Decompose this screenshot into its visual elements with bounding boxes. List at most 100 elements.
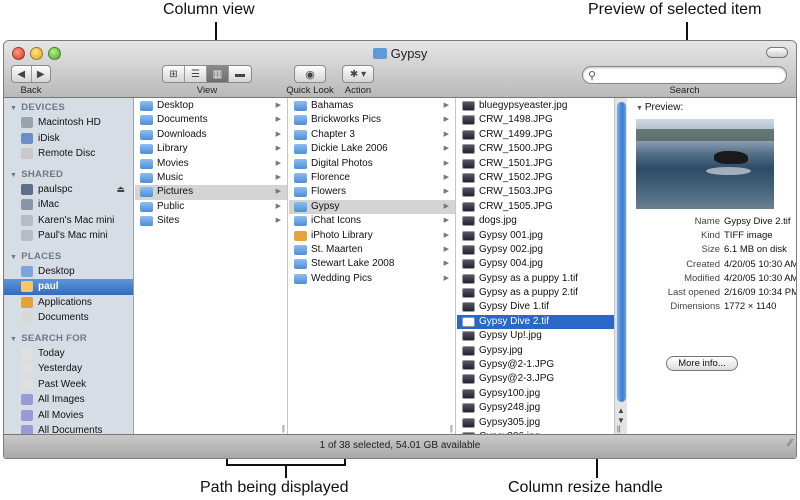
back-button[interactable]: ◀ bbox=[12, 66, 32, 82]
search-input[interactable]: ⚲ bbox=[582, 66, 787, 84]
sidebar-item-yesterday[interactable]: Yesterday bbox=[4, 361, 133, 377]
sidebar-item-all-images[interactable]: All Images bbox=[4, 392, 133, 408]
sidebar-section-shared[interactable]: ▼ SHARED bbox=[4, 168, 133, 182]
sidebar-item-idisk[interactable]: iDisk bbox=[4, 131, 133, 147]
file-row[interactable]: CRW_1501.JPG bbox=[457, 157, 614, 171]
folder-row[interactable]: Bahamas ▶ bbox=[289, 99, 455, 113]
sidebar-item-past-week[interactable]: Past Week bbox=[4, 377, 133, 393]
folder-row[interactable]: Digital Photos ▶ bbox=[289, 157, 455, 171]
icon-view-button[interactable]: ⊞ bbox=[163, 66, 185, 82]
sidebar-item-icon bbox=[21, 296, 33, 308]
sidebar-item-imac[interactable]: iMac bbox=[4, 197, 133, 213]
image-file-icon bbox=[462, 360, 475, 371]
sidebar-section-search-for[interactable]: ▼ SEARCH FOR bbox=[4, 332, 133, 346]
folder-row[interactable]: Wedding Pics ▶ bbox=[289, 272, 455, 286]
file-row[interactable]: Gypsy 001.jpg bbox=[457, 229, 614, 243]
more-info-button[interactable]: More info... bbox=[666, 356, 738, 371]
file-row[interactable]: bluegypsyeaster.jpg bbox=[457, 99, 614, 113]
eject-icon[interactable]: ⏏ bbox=[116, 182, 125, 198]
column-resize-handle[interactable]: || bbox=[450, 424, 453, 433]
file-row[interactable]: Gypsy Dive 1.tif bbox=[457, 300, 614, 314]
sidebar-item-desktop[interactable]: Desktop bbox=[4, 264, 133, 280]
sidebar-item-paul[interactable]: paul bbox=[4, 279, 133, 295]
folder-row[interactable]: iChat Icons ▶ bbox=[289, 214, 455, 228]
file-row[interactable]: CRW_1500.JPG bbox=[457, 142, 614, 156]
folder-row[interactable]: Documents ▶ bbox=[135, 113, 287, 127]
folder-row[interactable]: Downloads ▶ bbox=[135, 128, 287, 142]
image-file-icon bbox=[462, 259, 475, 270]
chevron-right-icon: ▶ bbox=[443, 217, 449, 225]
sidebar-item-documents[interactable]: Documents bbox=[4, 310, 133, 326]
sidebar-item-today[interactable]: Today bbox=[4, 346, 133, 362]
file-row[interactable]: CRW_1502.JPG bbox=[457, 171, 614, 185]
file-row[interactable]: dogs.jpg bbox=[457, 214, 614, 228]
file-row[interactable]: Gypsy@2-1.JPG bbox=[457, 358, 614, 372]
disclosure-triangle-icon[interactable]: ▼ bbox=[10, 254, 17, 261]
sidebar-item-paulspc[interactable]: paulspc ⏏ bbox=[4, 182, 133, 198]
folder-row[interactable]: Flowers ▶ bbox=[289, 185, 455, 199]
file-row[interactable]: Gypsy 004.jpg bbox=[457, 257, 614, 271]
file-row[interactable]: Gypsy as a puppy 2.tif bbox=[457, 286, 614, 300]
file-row[interactable]: Gypsy248.jpg bbox=[457, 401, 614, 415]
sidebar-item-remote-disc[interactable]: Remote Disc bbox=[4, 146, 133, 162]
row-label: Florence bbox=[311, 171, 350, 183]
sidebar-item-applications[interactable]: Applications bbox=[4, 295, 133, 311]
disclosure-triangle-icon[interactable]: ▼ bbox=[10, 336, 17, 343]
quick-look-button[interactable]: ◉ bbox=[294, 65, 326, 83]
column-resize-handle[interactable]: || bbox=[617, 426, 621, 433]
file-row[interactable]: Gypsy Up!.jpg bbox=[457, 329, 614, 343]
sidebar-item-macintosh-hd[interactable]: Macintosh HD bbox=[4, 115, 133, 131]
vertical-scrollbar[interactable]: ▲ ▼ || bbox=[614, 98, 627, 435]
file-row[interactable]: Gypsy 002.jpg bbox=[457, 243, 614, 257]
sidebar-item-paul-s-mac-mini[interactable]: Paul's Mac mini bbox=[4, 228, 133, 244]
folder-row[interactable]: Movies ▶ bbox=[135, 157, 287, 171]
column-resize-handle[interactable]: || bbox=[282, 424, 285, 433]
file-row[interactable]: CRW_1503.JPG bbox=[457, 185, 614, 199]
scroll-up-arrow-icon[interactable]: ▲ bbox=[617, 406, 625, 415]
scroll-down-arrow-icon[interactable]: ▼ bbox=[617, 416, 625, 425]
toolbar-toggle-button[interactable] bbox=[766, 47, 788, 58]
forward-button[interactable]: ▶ bbox=[32, 66, 51, 82]
folder-row[interactable]: Dickie Lake 2006 ▶ bbox=[289, 142, 455, 156]
row-label: Gypsy 001.jpg bbox=[479, 229, 543, 241]
chevron-right-icon: ▶ bbox=[443, 245, 449, 253]
resize-grip-icon[interactable]: ⁄⁄ bbox=[789, 433, 792, 455]
file-row[interactable]: Gypsy Dive 2.tif bbox=[457, 314, 614, 330]
folder-row[interactable]: Desktop ▶ bbox=[135, 99, 287, 113]
file-row[interactable]: CRW_1505.JPG bbox=[457, 200, 614, 214]
folder-row[interactable]: Library ▶ bbox=[135, 142, 287, 156]
folder-row[interactable]: St. Maarten ▶ bbox=[289, 243, 455, 257]
folder-row[interactable]: Chapter 3 ▶ bbox=[289, 128, 455, 142]
file-row[interactable]: CRW_1498.JPG bbox=[457, 113, 614, 127]
folder-row[interactable]: Stewart Lake 2008 ▶ bbox=[289, 257, 455, 271]
sidebar-section-places[interactable]: ▼ PLACES bbox=[4, 250, 133, 264]
disclosure-triangle-icon[interactable]: ▼ bbox=[636, 105, 645, 112]
row-label: Sites bbox=[157, 215, 180, 227]
folder-row[interactable]: Music ▶ bbox=[135, 171, 287, 185]
folder-row[interactable]: Pictures ▶ bbox=[135, 185, 287, 200]
file-row[interactable]: CRW_1499.JPG bbox=[457, 128, 614, 142]
folder-row[interactable]: Gypsy ▶ bbox=[289, 199, 455, 215]
folder-row[interactable]: Sites ▶ bbox=[135, 214, 287, 228]
folder-row[interactable]: Brickworks Pics ▶ bbox=[289, 113, 455, 127]
disclosure-triangle-icon[interactable]: ▼ bbox=[10, 105, 17, 112]
action-button[interactable]: ✱ ▾ bbox=[342, 65, 374, 83]
file-row[interactable]: Gypsy305.jpg bbox=[457, 416, 614, 430]
sidebar-section-devices[interactable]: ▼ DEVICES bbox=[4, 101, 133, 115]
folder-row[interactable]: Florence ▶ bbox=[289, 171, 455, 185]
folder-row[interactable]: Public ▶ bbox=[135, 200, 287, 214]
image-file-icon bbox=[462, 417, 475, 428]
column-view-button[interactable]: ▥ bbox=[207, 66, 229, 82]
search-label: Search bbox=[669, 85, 700, 96]
scrollbar-thumb[interactable] bbox=[617, 102, 626, 402]
file-row[interactable]: Gypsy.jpg bbox=[457, 344, 614, 358]
sidebar-item-karen-s-mac-mini[interactable]: Karen's Mac mini bbox=[4, 213, 133, 229]
file-row[interactable]: Gypsy@2-3.JPG bbox=[457, 372, 614, 386]
file-row[interactable]: Gypsy as a puppy 1.tif bbox=[457, 272, 614, 286]
list-view-button[interactable]: ☰ bbox=[185, 66, 207, 82]
file-row[interactable]: Gypsy100.jpg bbox=[457, 387, 614, 401]
disclosure-triangle-icon[interactable]: ▼ bbox=[10, 172, 17, 179]
sidebar-item-all-movies[interactable]: All Movies bbox=[4, 408, 133, 424]
coverflow-view-button[interactable]: ▬ bbox=[229, 66, 251, 82]
folder-row[interactable]: iPhoto Library ▶ bbox=[289, 229, 455, 243]
